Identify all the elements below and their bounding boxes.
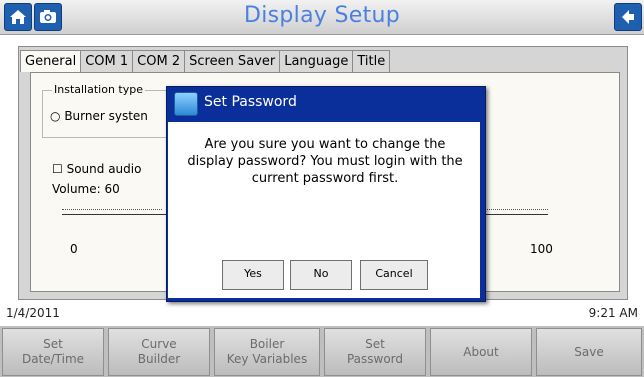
dialog-app-icon (174, 92, 198, 116)
cancel-button[interactable]: Cancel (360, 260, 428, 290)
save-button[interactable]: Save (536, 328, 642, 376)
dialog-title: Set Password (204, 94, 297, 110)
checkbox-icon: ☐ (52, 162, 63, 176)
sound-checkbox[interactable]: ☐ Sound audio (52, 162, 141, 176)
burner-radio-label: Burner systen (64, 109, 148, 123)
dialog-message: Are you sure you want to change the disp… (187, 137, 463, 186)
back-button[interactable] (614, 3, 642, 31)
slider-ticks-right (482, 209, 548, 210)
tab-title[interactable]: Title (352, 50, 391, 72)
tab-com2[interactable]: COM 2 (132, 50, 186, 72)
installation-type-label: Installation type (52, 83, 145, 96)
burner-radio[interactable]: ○ Burner systen (50, 109, 148, 123)
tab-general[interactable]: General (20, 50, 82, 72)
boiler-key-variables-button[interactable]: Boiler Key Variables (214, 328, 320, 376)
tab-language[interactable]: Language (279, 50, 354, 72)
tab-com1[interactable]: COM 1 (80, 50, 134, 72)
volume-label: Volume: 60 (52, 182, 120, 196)
page-title: Display Setup (243, 3, 401, 28)
set-password-button[interactable]: Set Password (324, 328, 426, 376)
radio-icon: ○ (50, 109, 61, 123)
set-date-time-button[interactable]: Set Date/Time (2, 328, 104, 376)
sound-checkbox-label: Sound audio (66, 162, 142, 176)
tab-bar: General COM 1 COM 2 Screen Saver Languag… (20, 50, 391, 72)
curve-builder-button[interactable]: Curve Builder (108, 328, 210, 376)
slider-max-label: 100 (530, 242, 553, 256)
about-button[interactable]: About (430, 328, 532, 376)
tab-screen-saver[interactable]: Screen Saver (184, 50, 281, 72)
slider-ticks-left (62, 209, 162, 210)
no-button[interactable]: No (290, 260, 352, 290)
status-date: 1/4/2011 (6, 306, 60, 320)
status-time: 9:21 AM (588, 306, 638, 320)
yes-button[interactable]: Yes (222, 260, 284, 290)
back-arrow-icon (622, 10, 634, 24)
slider-min-label: 0 (70, 242, 78, 256)
